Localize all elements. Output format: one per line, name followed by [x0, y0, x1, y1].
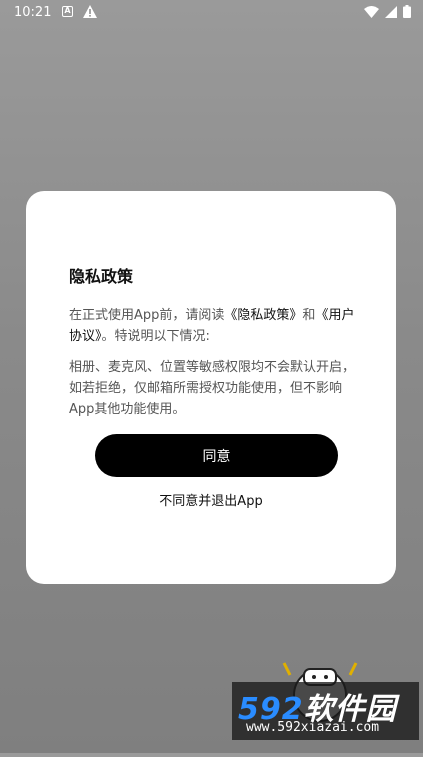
status-bar: 10:21 A [0, 0, 423, 26]
status-time: 10:21 [14, 5, 52, 20]
dialog-intro: 在正式使用App前，请阅读《隐私政策》和《用户协议》。特说明以下情况: [69, 305, 364, 347]
dialog-title: 隐私政策 [69, 267, 134, 286]
wifi-icon [364, 5, 379, 22]
dialog-body: 相册、麦克风、位置等敏感权限均不会默认开启，如若拒绝，仅邮箱所需授权功能使用，但… [69, 360, 356, 417]
disagree-exit-button[interactable]: 不同意并退出App [26, 490, 396, 509]
battery-icon [403, 5, 411, 22]
app-notification-icon: A [62, 6, 73, 17]
privacy-policy-link[interactable]: 《隐私政策》 [224, 308, 302, 323]
intro-prefix: 在正式使用App前，请阅读 [69, 308, 225, 323]
privacy-dialog: 隐私政策 在正式使用App前，请阅读《隐私政策》和《用户协议》。特说明以下情况:… [26, 191, 396, 584]
intro-suffix: 。特说明以下情况: [101, 329, 210, 344]
intro-and: 和 [302, 308, 316, 323]
watermark-url: www.592xiazai.com [246, 720, 380, 735]
signal-icon [385, 5, 397, 22]
warning-icon [83, 5, 97, 22]
watermark-logo: 592软件园 www.592xiazai.com [232, 682, 419, 740]
agree-button[interactable]: 同意 [95, 434, 338, 477]
